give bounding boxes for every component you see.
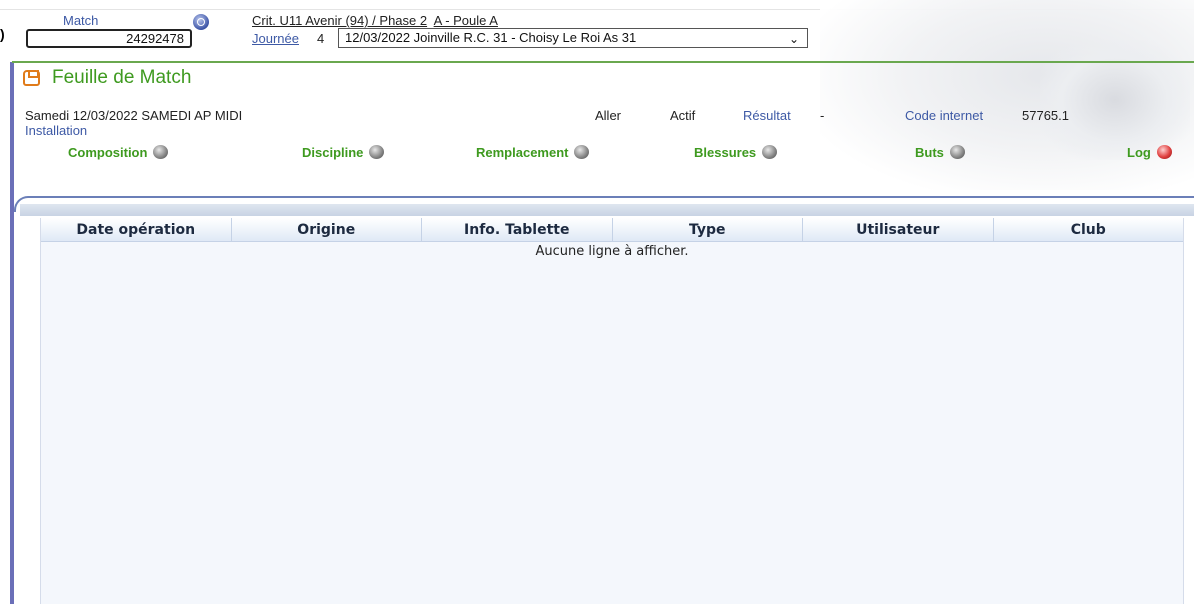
tab-composition[interactable]: Composition — [68, 145, 169, 160]
resultat-label: Résultat — [743, 108, 791, 123]
installation-link[interactable]: Installation — [25, 123, 87, 138]
status-dot-icon — [153, 145, 169, 159]
header-background-figure — [1040, 40, 1190, 160]
competition-link[interactable]: Crit. U11 Avenir (94) / Phase 2 — [252, 13, 427, 28]
column-header-club[interactable]: Club — [994, 218, 1184, 241]
active-dot-icon — [1156, 145, 1172, 159]
code-internet-label: Code internet — [905, 108, 984, 123]
column-header-origine[interactable]: Origine — [232, 218, 422, 241]
search-icon[interactable] — [193, 14, 209, 30]
match-date-info: Samedi 12/03/2022 SAMEDI AP MIDI — [25, 108, 243, 123]
log-grid: Date opération Origine Info. Tablette Ty… — [40, 218, 1184, 604]
status-dot-icon — [574, 145, 590, 159]
tab-log[interactable]: Log — [1127, 145, 1172, 160]
status-dot-icon — [949, 145, 965, 159]
tab-buts[interactable]: Buts — [915, 145, 965, 160]
left-vertical-bar — [10, 62, 14, 604]
tab-discipline[interactable]: Discipline — [302, 145, 385, 160]
left-edge-glyph: ) — [0, 26, 5, 42]
tab-label: Discipline — [302, 145, 364, 160]
column-header-utilisateur[interactable]: Utilisateur — [803, 218, 994, 241]
match-label: Match — [63, 13, 99, 28]
journee-link[interactable]: Journée — [252, 31, 299, 46]
resultat-value: - — [820, 108, 825, 123]
grid-header: Date opération Origine Info. Tablette Ty… — [41, 218, 1183, 242]
status-dot-icon — [369, 145, 385, 159]
journee-number: 4 — [317, 31, 325, 46]
document-icon — [23, 70, 40, 86]
chevron-down-icon: ⌄ — [788, 32, 799, 46]
tab-label: Buts — [915, 145, 944, 160]
tab-remplacement[interactable]: Remplacement — [476, 145, 590, 160]
panel-header-strip — [20, 204, 1194, 216]
column-header-type[interactable]: Type — [613, 218, 803, 241]
column-header-date-operation[interactable]: Date opération — [41, 218, 232, 241]
status-label: Actif — [670, 108, 696, 123]
page-title: Feuille de Match — [52, 67, 192, 88]
tab-label: Composition — [68, 145, 148, 160]
aller-label: Aller — [595, 108, 622, 123]
match-select[interactable]: 12/03/2022 Joinville R.C. 31 - Choisy Le… — [338, 28, 808, 48]
poule-link[interactable]: A - Poule A — [434, 13, 498, 28]
competition-breadcrumb: Crit. U11 Avenir (94) / Phase 2 A - Poul… — [252, 13, 498, 28]
column-header-info-tablette[interactable]: Info. Tablette — [422, 218, 613, 241]
tab-blessures[interactable]: Blessures — [694, 145, 778, 160]
match-number-input[interactable] — [26, 29, 192, 48]
status-dot-icon — [762, 145, 778, 159]
tab-label: Blessures — [694, 145, 757, 160]
empty-grid-message: Aucune ligne à afficher. — [535, 244, 689, 259]
tab-label: Log — [1127, 145, 1151, 160]
header-divider — [12, 61, 1194, 63]
match-select-value: 12/03/2022 Joinville R.C. 31 - Choisy Le… — [345, 30, 637, 45]
tab-label: Remplacement — [476, 145, 569, 160]
code-internet-value: 57765.1 — [1022, 108, 1069, 123]
